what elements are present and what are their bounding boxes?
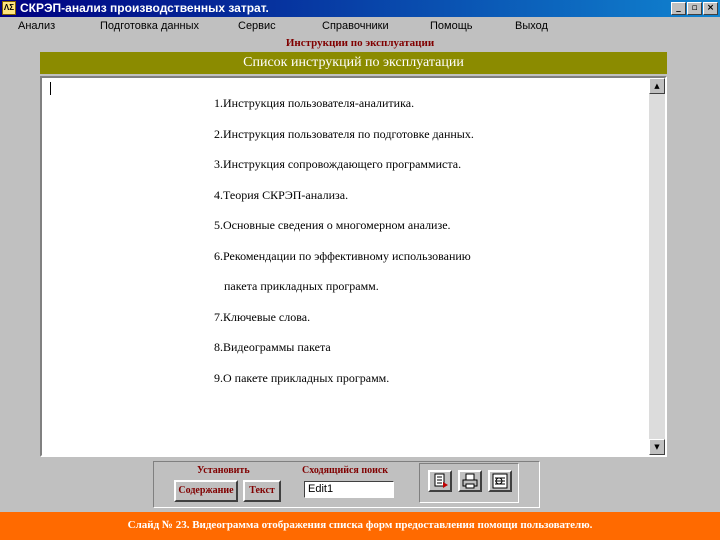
menu-analysis[interactable]: Анализ [18, 20, 55, 32]
settings-icon [492, 473, 508, 489]
minimize-button[interactable]: _ [671, 2, 686, 15]
list-item[interactable]: 8.Видеограммы пакета [214, 340, 474, 371]
open-document-icon [434, 473, 448, 488]
open-document-button[interactable] [428, 470, 452, 492]
toolbar-panel [419, 463, 519, 503]
menu-references[interactable]: Справочники [322, 20, 389, 32]
instructions-text-area[interactable]: 1.Инструкция пользователя-аналитика. 2.И… [40, 76, 667, 457]
instruction-list: 1.Инструкция пользователя-аналитика. 2.И… [214, 96, 474, 401]
contents-button[interactable]: Содержание [174, 480, 238, 502]
list-item[interactable]: 1.Инструкция пользователя-аналитика. [214, 96, 474, 127]
menu-data-preparation[interactable]: Подготовка данных [100, 20, 199, 32]
list-item[interactable]: 7.Ключевые слова. [214, 310, 474, 341]
scroll-up-icon[interactable]: ▲ [649, 78, 665, 94]
menu-bar: Анализ Подготовка данных Сервис Справочн… [0, 17, 720, 35]
list-item[interactable]: пакета прикладных программ. [214, 279, 474, 310]
scroll-down-icon[interactable]: ▼ [649, 439, 665, 455]
list-item[interactable]: 5.Основные сведения о многомерном анализ… [214, 218, 474, 249]
list-header: Список инструкций по эксплуатации [40, 52, 667, 74]
list-item[interactable]: 3.Инструкция сопровождающего программист… [214, 157, 474, 188]
list-item[interactable]: 2.Инструкция пользователя по подготовке … [214, 127, 474, 158]
search-label: Сходящийся поиск [302, 465, 389, 476]
text-button[interactable]: Текст [243, 480, 281, 502]
window-title: СКРЭП-анализ производственных затрат. [20, 1, 269, 15]
slide-caption: Слайд № 23. Видеограмма отображения спис… [0, 512, 720, 540]
list-item[interactable]: 4.Теория СКРЭП-анализа. [214, 188, 474, 219]
install-label: Установить [197, 465, 250, 476]
text-caret [50, 82, 51, 95]
list-item[interactable]: 6.Рекомендации по эффективному использов… [214, 249, 474, 280]
menu-exit[interactable]: Выход [515, 20, 548, 32]
title-bar: ΛΣ СКРЭП-анализ производственных затрат.… [0, 0, 720, 17]
search-input[interactable]: Edit1 [304, 481, 394, 498]
form-title: Инструкции по эксплуатации [285, 37, 435, 49]
list-item[interactable]: 9.О пакете прикладных программ. [214, 371, 474, 402]
app-icon[interactable]: ΛΣ [2, 1, 16, 15]
printer-icon [462, 473, 478, 489]
close-button[interactable]: × [703, 2, 718, 15]
menu-help[interactable]: Помощь [430, 20, 473, 32]
restore-button[interactable]: ▫ [687, 2, 702, 15]
menu-service[interactable]: Сервис [238, 20, 276, 32]
print-button[interactable] [458, 470, 482, 492]
settings-button[interactable] [488, 470, 512, 492]
vertical-scrollbar[interactable]: ▲ ▼ [649, 78, 665, 455]
